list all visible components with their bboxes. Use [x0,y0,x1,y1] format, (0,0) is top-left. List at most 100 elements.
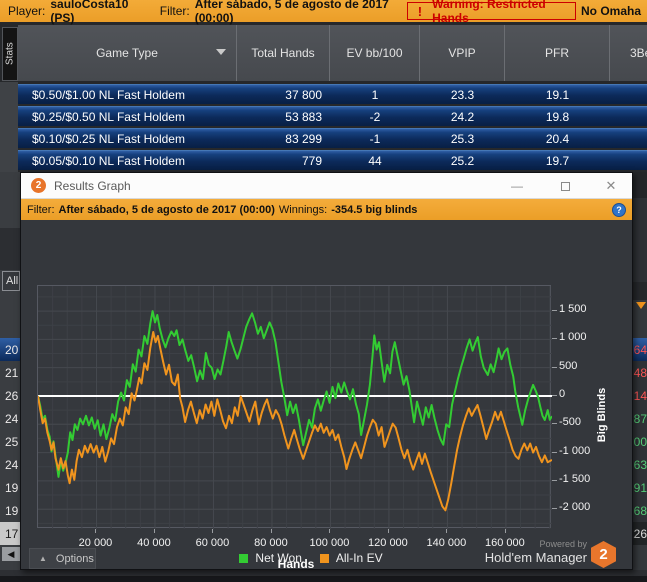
graph-filter-label: Filter: [27,203,55,216]
table-row[interactable]: $0.50/$1.00 NL Fast Holdem 37 800 1 23.3… [18,84,647,104]
powered-by-text: Powered by [539,539,587,549]
x-tick-label: 40 000 [137,537,171,549]
background-cell: 126 [633,522,647,545]
column-header-3bet[interactable]: 3Be [610,25,647,81]
column-header-pfr[interactable]: PFR [505,25,610,81]
background-cell: 5.91 [633,476,647,499]
hm2-app-icon: 2 [31,178,46,193]
y-tick-label: -2 000 [559,501,591,514]
y-tick-mark [552,310,557,312]
window-title: Results Graph [54,178,131,193]
x-tick-mark [504,529,506,533]
maximize-button[interactable] [551,177,579,195]
winnings-value: -354.5 big blinds [331,203,418,216]
background-cell: 24 [5,411,19,426]
background-cell: 17 [0,522,20,545]
left-gutter [0,82,18,172]
background-panel [633,172,647,198]
filter-label: Filter: [159,4,190,18]
results-chart: Big Blinds Hands 1 500 1 000 500 0 -500 -1 00… [21,220,632,571]
sort-arrow-icon [636,302,646,309]
background-panel [633,282,647,300]
column-header-vpip[interactable]: VPIP [420,25,505,81]
legend-net-won: Net Won [255,551,302,565]
scroll-left-arrow[interactable]: ◀ [2,547,20,561]
background-cell: 7.63 [633,453,647,476]
x-tick-mark [387,529,389,533]
background-cell: 21 [5,365,19,380]
background-cell: 26 [5,388,19,403]
y-tick-label: 1 500 [559,303,587,316]
legend-all-in-ev: All-In EV [335,551,383,565]
chevron-down-icon[interactable] [216,49,226,55]
column-header-game-type[interactable]: Game Type [18,25,237,81]
help-icon[interactable]: ? [612,202,626,217]
top-filter-bar: Player: sauloCosta10 (PS) Filter: After … [0,0,647,25]
net-won-swatch [239,553,249,563]
filter-value: After sábado, 5 de agosto de 2017 (00:00… [194,0,389,25]
table-row[interactable]: $0.10/$0.25 NL Fast Holdem 83 299 -1 25.… [18,128,647,148]
x-tick-mark [212,529,214,533]
y-tick-label: -500 [559,416,582,429]
bottom-dark-bar [0,576,647,582]
y-tick-label: -1 500 [559,472,591,485]
application-window: Player: sauloCosta10 (PS) Filter: After … [0,0,647,582]
plot-area [37,285,552,529]
player-value: sauloCosta10 (PS) [50,0,129,25]
close-button[interactable]: ✕ [597,177,625,195]
background-window-left-edge: All 20 21 26 24 25 24 19 19 17 ◀ [0,172,20,570]
y-tick-label: 500 [559,359,578,372]
tab-stats[interactable]: Stats [2,27,18,81]
bottom-status-strip [0,570,647,582]
all-in-ev-swatch [319,553,329,563]
y-tick-mark [552,423,557,425]
y-tick-mark [552,479,557,481]
x-tick-mark [446,529,448,533]
x-tick-mark [153,529,155,533]
window-title-bar[interactable]: 2 Results Graph [21,173,632,199]
table-header: Game Type Total Hands EV bb/100 VPIP PFR… [18,25,647,81]
y-tick-mark [552,338,557,340]
background-panel [633,198,647,282]
graph-filter-value: After sábado, 5 de agosto de 2017 (00:00… [58,203,275,216]
warning-icon: ! [417,3,423,19]
background-panel [0,228,20,270]
background-cell: 24 [5,457,19,472]
restricted-hands-warning: ! Warning: Restricted Hands [406,0,576,25]
options-button[interactable]: ▲ Options [29,548,96,569]
column-header-total-hands[interactable]: Total Hands [237,25,330,81]
background-cell: 5.68 [633,499,647,522]
column-header-ev-bb100[interactable]: EV bb/100 [330,25,420,81]
background-cell: 9.00 [633,430,647,453]
warning-text: Warning: Restricted Hands [432,0,546,25]
background-cell: 19 [5,480,19,495]
minimize-button[interactable]: — [503,177,531,195]
all-filter-dropdown[interactable]: All [2,271,20,291]
y-tick-mark [552,366,557,368]
y-tick-mark [552,451,557,453]
x-tick-label: 100 000 [309,537,350,549]
background-cell: 19 [5,503,19,518]
graph-filter-bar: Filter: After sábado, 5 de agosto de 201… [21,199,632,220]
table-row[interactable]: $0.25/$0.50 NL Fast Holdem 53 883 -2 24.… [18,106,647,126]
y-tick-mark [552,508,557,510]
maximize-icon [560,181,570,191]
x-tick-label: 80 000 [254,537,288,549]
y-tick-label: -1 000 [559,444,591,457]
x-tick-label: 60 000 [195,537,230,549]
powered-by-branding: Powered by Hold'em Manager [401,539,587,565]
table-row[interactable]: $0.05/$0.10 NL Fast Holdem 779 44 25.2 1… [18,150,647,170]
results-graph-window: 2 Results Graph — ✕ Filter: After sábado… [20,172,633,571]
game-type-table: $0.50/$1.00 NL Fast Holdem 37 800 1 23.3… [18,84,647,172]
y-tick-mark [552,394,557,396]
y-tick-label: 0 [559,387,566,400]
caret-up-icon: ▲ [39,554,47,563]
background-cell: 20 [0,338,20,361]
brand-text: Hold'em Manager [484,550,587,565]
y-tick-label: 1 000 [559,331,587,344]
no-omaha-label: No Omaha [580,4,641,18]
background-window-right-edge: 0.64 4.48 3.14 0.87 9.00 7.63 5.91 5.68 … [633,172,647,570]
player-label: Player: [8,4,46,18]
background-cell: 25 [5,434,19,449]
winnings-label: Winnings: [278,203,328,216]
